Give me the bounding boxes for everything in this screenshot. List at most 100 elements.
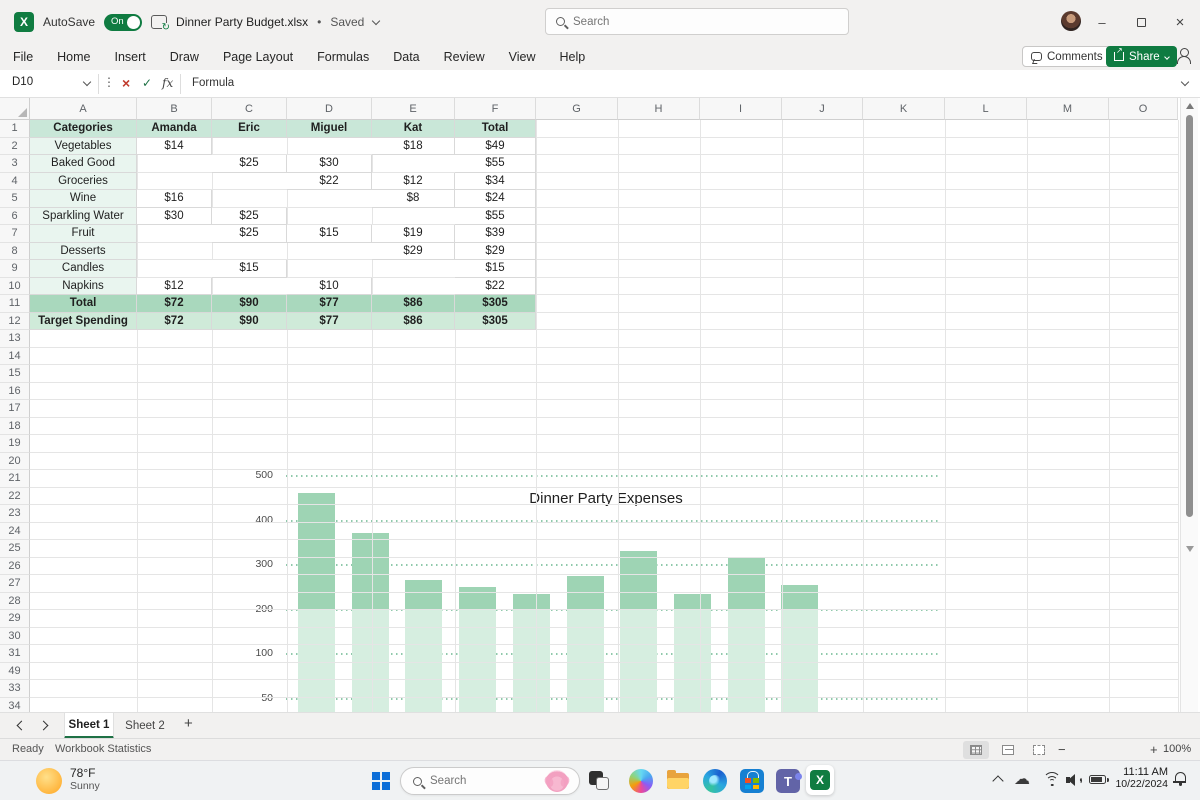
search-input[interactable]	[573, 16, 813, 28]
normal-view-icon[interactable]	[963, 741, 989, 759]
row-header-26[interactable]: 26	[0, 558, 30, 576]
excel-app-icon[interactable]: X	[14, 12, 34, 32]
cancel-icon[interactable]: ×	[122, 75, 130, 91]
cell-A4[interactable]: Groceries	[30, 173, 137, 191]
battery-icon[interactable]	[1089, 775, 1106, 784]
taskbar-search-input[interactable]	[430, 775, 538, 787]
minimize-button[interactable]: –	[1085, 0, 1119, 44]
scroll-up-icon[interactable]	[1186, 103, 1194, 109]
cell-D11[interactable]: $77	[287, 295, 372, 313]
page-layout-view-icon[interactable]	[995, 741, 1021, 759]
menu-tab-page-layout[interactable]: Page Layout	[223, 50, 293, 64]
row-header-7[interactable]: 7	[0, 225, 30, 243]
copilot-icon[interactable]	[629, 769, 653, 793]
cell-D3[interactable]: $30	[287, 155, 372, 173]
cell-F9[interactable]: $15	[455, 260, 536, 278]
save-sync-icon[interactable]	[151, 15, 167, 29]
cell-C9[interactable]: $15	[212, 260, 287, 278]
row-header-14[interactable]: 14	[0, 348, 30, 366]
select-all-corner[interactable]	[0, 98, 30, 120]
insert-function-icon[interactable]: fx	[162, 76, 173, 90]
row-header-3[interactable]: 3	[0, 155, 30, 173]
cell-D1[interactable]: Miguel	[287, 120, 372, 138]
row-header-23[interactable]: 23	[0, 505, 30, 523]
notifications-bell-icon[interactable]	[1174, 772, 1186, 785]
column-header-J[interactable]: J	[782, 98, 863, 120]
row-header-24[interactable]: 24	[0, 523, 30, 541]
menu-tab-draw[interactable]: Draw	[170, 50, 199, 64]
column-header-D[interactable]: D	[287, 98, 372, 120]
title-chevron-down-icon[interactable]	[372, 16, 380, 24]
windows-start-button[interactable]	[372, 772, 390, 790]
cell-C6[interactable]: $25	[212, 208, 287, 226]
tab-sheet-1[interactable]: Sheet 1	[64, 713, 114, 739]
volume-icon[interactable]	[1066, 774, 1084, 786]
cell-B1[interactable]: Amanda	[137, 120, 212, 138]
cell-A12[interactable]: Target Spending	[30, 313, 137, 331]
row-header-15[interactable]: 15	[0, 365, 30, 383]
row-header-5[interactable]: 5	[0, 190, 30, 208]
app-search-bar[interactable]	[545, 8, 849, 35]
clock-widget[interactable]: 11:11 AM 10/22/2024	[1108, 766, 1168, 790]
scrollbar-thumb[interactable]	[1186, 115, 1193, 517]
teams-icon[interactable]: T	[776, 769, 800, 793]
row-header-18[interactable]: 18	[0, 418, 30, 436]
cell-F10[interactable]: $22	[455, 278, 536, 296]
column-header-E[interactable]: E	[372, 98, 455, 120]
zoom-level[interactable]: 100%	[1163, 743, 1191, 755]
sheet-prev-icon[interactable]	[17, 721, 27, 731]
row-header-10[interactable]: 10	[0, 278, 30, 296]
column-header-I[interactable]: I	[700, 98, 782, 120]
autosave-toggle[interactable]: On	[104, 14, 142, 31]
wifi-icon[interactable]	[1043, 772, 1061, 786]
spreadsheet-grid[interactable]: Dinner Party Expenses 50040030020010050J…	[0, 98, 1200, 712]
row-header-30[interactable]: 30	[0, 628, 30, 646]
row-header-17[interactable]: 17	[0, 400, 30, 418]
zoom-in-button[interactable]: +	[1150, 742, 1158, 757]
cell-C1[interactable]: Eric	[212, 120, 287, 138]
row-header-29[interactable]: 29	[0, 610, 30, 628]
maximize-button[interactable]	[1124, 0, 1158, 44]
menu-tab-review[interactable]: Review	[444, 50, 485, 64]
row-header-8[interactable]: 8	[0, 243, 30, 261]
column-header-F[interactable]: F	[455, 98, 536, 120]
onedrive-cloud-icon[interactable]: ☁	[1014, 772, 1030, 788]
row-header-25[interactable]: 25	[0, 540, 30, 558]
share-button[interactable]: Share	[1106, 46, 1177, 67]
menu-tab-view[interactable]: View	[509, 50, 536, 64]
menu-tab-insert[interactable]: Insert	[115, 50, 146, 64]
row-header-31[interactable]: 31	[0, 645, 30, 663]
name-box-chevron-icon[interactable]	[83, 78, 91, 86]
row-header-12[interactable]: 12	[0, 313, 30, 331]
vertical-scrollbar[interactable]	[1180, 98, 1198, 712]
cell-F5[interactable]: $24	[455, 190, 536, 208]
row-header-22[interactable]: 22	[0, 488, 30, 506]
cell-A6[interactable]: Sparkling Water	[30, 208, 137, 226]
bar-Jul-upper[interactable]	[620, 551, 657, 610]
row-header-34[interactable]: 34	[0, 698, 30, 713]
user-avatar[interactable]	[1061, 11, 1081, 31]
cell-B11[interactable]: $72	[137, 295, 212, 313]
cell-F1[interactable]: Total	[455, 120, 536, 138]
cell-B5[interactable]: $16	[137, 190, 212, 208]
row-header-33[interactable]: 33	[0, 680, 30, 698]
cell-A10[interactable]: Napkins	[30, 278, 137, 296]
menu-tab-file[interactable]: File	[13, 50, 33, 64]
cell-A5[interactable]: Wine	[30, 190, 137, 208]
formula-input[interactable]: Formula	[192, 77, 234, 89]
cell-F3[interactable]: $55	[455, 155, 536, 173]
microsoft-store-icon[interactable]	[740, 769, 764, 793]
cell-F8[interactable]: $29	[455, 243, 536, 261]
menu-tab-formulas[interactable]: Formulas	[317, 50, 369, 64]
row-header-19[interactable]: 19	[0, 435, 30, 453]
column-header-B[interactable]: B	[137, 98, 212, 120]
bar-Feb-upper[interactable]	[352, 533, 389, 610]
bar-May-upper[interactable]	[513, 594, 550, 610]
menu-tab-data[interactable]: Data	[393, 50, 419, 64]
row-header-6[interactable]: 6	[0, 208, 30, 226]
row-header-27[interactable]: 27	[0, 575, 30, 593]
comments-button[interactable]: Comments	[1022, 46, 1112, 67]
cell-E8[interactable]: $29	[372, 243, 455, 261]
cell-D12[interactable]: $77	[287, 313, 372, 331]
edge-browser-icon[interactable]	[703, 769, 727, 793]
